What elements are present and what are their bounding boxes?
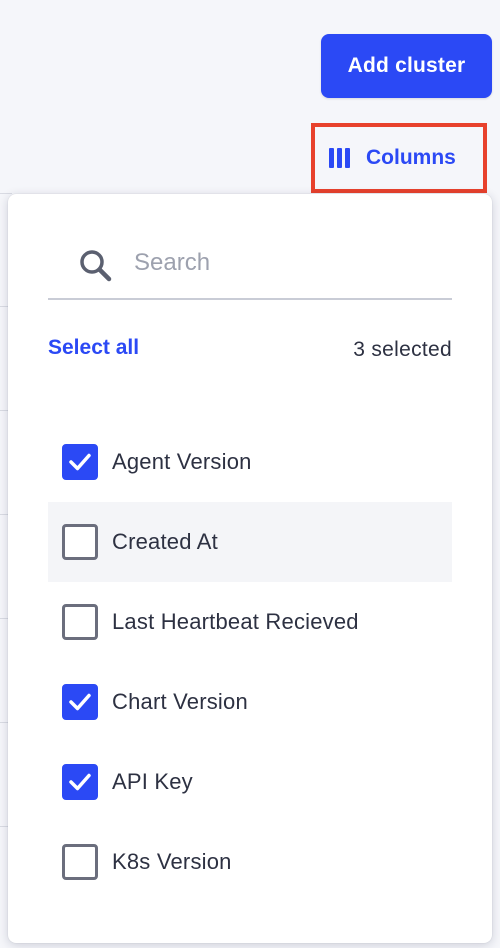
checkbox[interactable] (62, 444, 98, 480)
search-icon (80, 250, 112, 282)
column-option-label: Last Heartbeat Recieved (112, 609, 359, 634)
search-field (48, 230, 452, 300)
check-icon (69, 453, 91, 471)
check-icon (69, 693, 91, 711)
column-option-k8s-version[interactable]: K8s Version (48, 822, 452, 902)
selected-count: 3 selected (353, 338, 452, 361)
checkbox[interactable] (62, 604, 98, 640)
search-input[interactable] (134, 242, 434, 284)
add-cluster-button[interactable]: Add cluster (321, 34, 492, 98)
page: Add cluster Columns Select all 3 selecte… (0, 0, 500, 948)
column-option-label: K8s Version (112, 849, 232, 874)
checkbox[interactable] (62, 764, 98, 800)
column-option-label: Chart Version (112, 689, 248, 714)
column-option-agent-version[interactable]: Agent Version (48, 422, 452, 502)
column-option-label: API Key (112, 769, 193, 794)
check-icon (69, 773, 91, 791)
checkbox[interactable] (62, 844, 98, 880)
column-option-last-heartbeat[interactable]: Last Heartbeat Recieved (48, 582, 452, 662)
column-option-label: Agent Version (112, 449, 252, 474)
select-all-link[interactable]: Select all (48, 336, 139, 360)
checkbox[interactable] (62, 524, 98, 560)
column-option-label: Created At (112, 529, 218, 554)
table-divider (0, 193, 12, 194)
column-option-created-at[interactable]: Created At (48, 502, 452, 582)
column-option-api-key[interactable]: API Key (48, 742, 452, 822)
columns-button-label: Columns (366, 146, 456, 169)
columns-button[interactable]: Columns (311, 123, 487, 193)
columns-popover: Select all 3 selected Agent Version Crea… (8, 194, 492, 943)
columns-icon (329, 148, 350, 168)
column-option-chart-version[interactable]: Chart Version (48, 662, 452, 742)
checkbox[interactable] (62, 684, 98, 720)
